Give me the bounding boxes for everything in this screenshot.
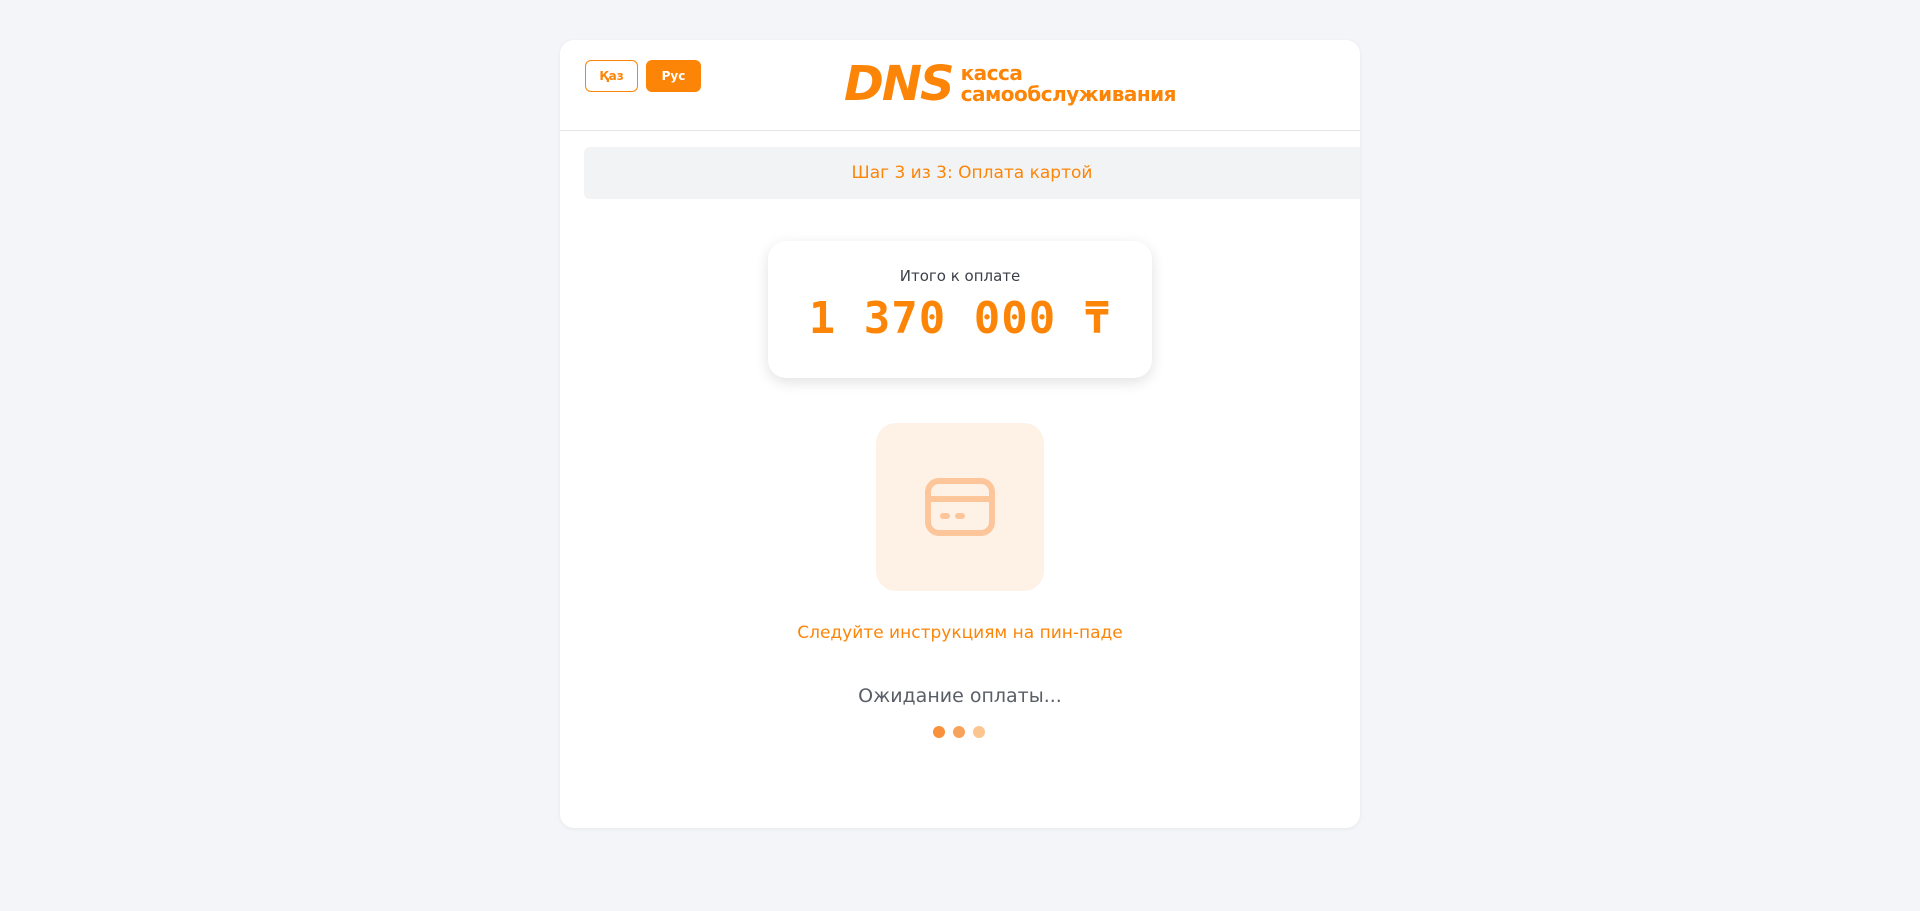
language-kazakh-button[interactable]: Қаз [585, 60, 638, 92]
logo-line-2: самообслуживания [960, 82, 1177, 106]
loading-dot [973, 726, 985, 738]
header: Қаз Рус DNS касса самообслуживания [560, 40, 1360, 131]
total-box: Итого к оплате 1 370 000 ₸ [768, 241, 1152, 378]
credit-card-icon [925, 478, 995, 536]
total-amount: 1 370 000 ₸ [808, 293, 1112, 344]
loading-dot [953, 726, 965, 738]
dns-logo: DNS касса самообслуживания [844, 56, 1177, 112]
step-indicator: Шаг 3 из 3: Оплата картой [584, 147, 1360, 199]
total-label: Итого к оплате [899, 267, 1021, 285]
loading-dots [933, 726, 985, 738]
pinpad-instructions: Следуйте инструкциям на пин-паде [797, 623, 1123, 643]
checkout-card: Қаз Рус DNS касса самообслуживания Шаг 3… [560, 40, 1360, 828]
language-russian-button[interactable]: Рус [646, 60, 701, 92]
loading-dot [933, 726, 945, 738]
payment-icon-box [876, 423, 1044, 591]
logo-subtitle: касса самообслуживания [960, 61, 1177, 106]
logo-brand: DNS [844, 56, 955, 112]
step-text: Шаг 3 из 3: Оплата картой [851, 163, 1093, 183]
waiting-status: Ожидание оплаты... [858, 685, 1062, 707]
logo-line-1: касса [960, 61, 1023, 85]
